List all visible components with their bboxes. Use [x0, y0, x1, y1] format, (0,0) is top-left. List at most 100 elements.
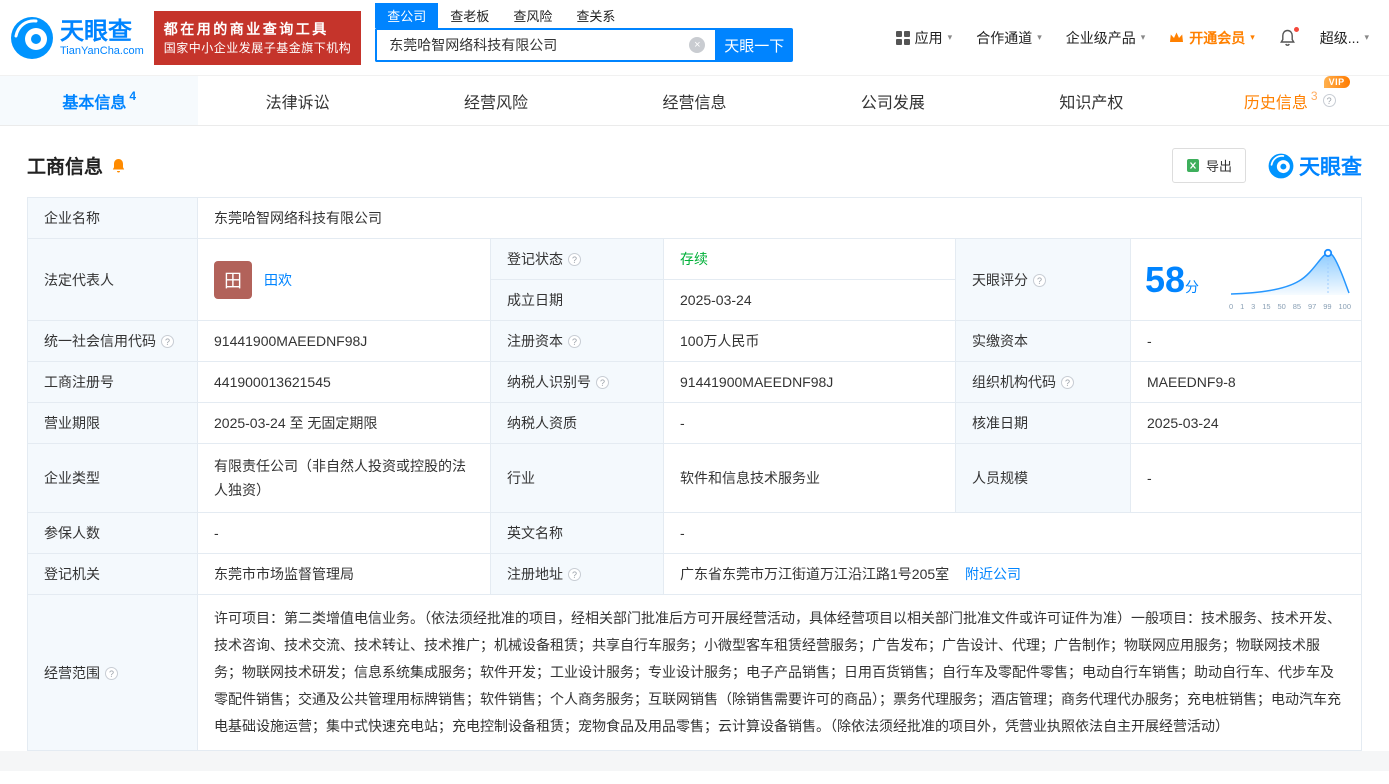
nav-item-open-vip[interactable]: 开通会员 ▾	[1169, 28, 1255, 48]
address-text: 广东省东莞市万江街道万江沿江路1号205室	[680, 566, 950, 582]
english-name-label: 英文名称	[490, 512, 664, 554]
tab-label: 经营风险	[464, 94, 529, 112]
clear-search-icon[interactable]: ×	[689, 37, 706, 53]
brand-title: 天眼查	[60, 17, 132, 45]
nav-item-super-vip[interactable]: 超级... ▾	[1320, 28, 1369, 48]
paid-capital-value: -	[1130, 320, 1362, 362]
help-icon[interactable]: ?	[1033, 273, 1046, 287]
reg-capital-value: 100万人民币	[663, 320, 956, 362]
table-row: 经营范围? 许可项目：第二类增值电信业务。（依法须经批准的项目，经相关部门批准后…	[27, 594, 1362, 751]
tab-operating-risk[interactable]: 经营风险	[397, 76, 595, 125]
help-icon[interactable]: ?	[568, 568, 581, 581]
taxpayer-qual-label: 纳税人资质	[490, 402, 664, 444]
tab-label: 知识产权	[1059, 94, 1124, 112]
reg-status-label: 登记状态?	[490, 238, 664, 280]
score-value: 58分 0 1 3 15 50 85 97 99 100	[1130, 238, 1362, 321]
legal-rep-label: 法定代表人	[27, 238, 198, 321]
search-tabs: 查公司 查老板 查风险 查关系	[375, 3, 793, 28]
company-name-label: 企业名称	[27, 197, 198, 239]
tab-lawsuits[interactable]: 法律诉讼	[198, 76, 396, 125]
credit-code-label: 统一社会信用代码?	[27, 320, 198, 362]
search-tab-company[interactable]: 查公司	[375, 3, 439, 28]
slogan-line1: 都在用的商业查询工具	[163, 20, 329, 37]
authority-label: 登记机关	[27, 553, 198, 595]
export-button[interactable]: 导出	[1171, 148, 1246, 183]
search-submit-button[interactable]: 天眼一下	[715, 28, 794, 62]
tab-basic-info[interactable]: 基本信息 4	[0, 76, 199, 125]
eye-logo-icon	[1268, 153, 1294, 178]
help-icon[interactable]: ?	[1322, 94, 1336, 107]
axis-tick: 100	[1338, 302, 1351, 311]
help-icon[interactable]: ?	[568, 335, 581, 348]
field-label: 统一社会信用代码	[44, 333, 156, 349]
search-tab-boss[interactable]: 查老板	[438, 3, 501, 28]
tab-label: 法律诉讼	[265, 94, 330, 112]
staff-size-label: 人员规模	[955, 443, 1131, 513]
help-icon[interactable]: ?	[105, 666, 118, 680]
org-code-value: MAEEDNF9-8	[1130, 361, 1362, 403]
tianyancha-logo[interactable]: 天眼查 TianYanCha.com	[10, 16, 144, 60]
nav-label: 企业级产品	[1065, 29, 1136, 46]
taxpayer-no-value: 91441900MAEEDNF98J	[663, 361, 956, 403]
reg-no-label: 工商注册号	[27, 361, 198, 403]
tab-intellectual-property[interactable]: 知识产权	[992, 76, 1190, 125]
chevron-down-icon: ▾	[1364, 32, 1369, 42]
tab-business-info[interactable]: 经营信息	[595, 76, 793, 125]
company-detail-tabs: 基本信息 4 法律诉讼 经营风险 经营信息 公司发展 知识产权 历史信息 3 V…	[0, 75, 1389, 126]
nearby-companies-link[interactable]: 附近公司	[965, 566, 1021, 582]
field-label: 天眼评分	[972, 271, 1028, 288]
nav-item-cooperation[interactable]: 合作通道 ▾	[976, 28, 1042, 48]
industry-value: 软件和信息技术服务业	[663, 443, 956, 513]
nav-item-apps[interactable]: 应用 ▾	[895, 28, 953, 48]
credit-code-value: 91441900MAEEDNF98J	[197, 320, 491, 362]
tab-history-info[interactable]: 历史信息 3 VIP ?	[1191, 75, 1389, 125]
score-label: 天眼评分?	[955, 238, 1131, 321]
paid-capital-label: 实缴资本	[955, 320, 1131, 362]
taxpayer-qual-value: -	[663, 402, 956, 444]
approval-date-value: 2025-03-24	[1130, 402, 1362, 444]
company-info-table: 企业名称 东莞哈智网络科技有限公司 法定代表人 田 田欢 登记状态? 存续 天眼…	[27, 197, 1362, 751]
table-row: 营业期限 2025-03-24 至 无固定期限 纳税人资质 - 核准日期 202…	[27, 402, 1362, 444]
status-text: 存续	[680, 251, 708, 267]
table-row: 参保人数 - 英文名称 -	[27, 512, 1362, 554]
help-icon[interactable]: ?	[161, 335, 174, 348]
table-row: 统一社会信用代码? 91441900MAEEDNF98J 注册资本? 100万人…	[27, 320, 1362, 362]
table-row: 企业名称 东莞哈智网络科技有限公司	[27, 197, 1362, 239]
search-tab-risk[interactable]: 查风险	[501, 3, 564, 28]
nav-item-enterprise-products[interactable]: 企业级产品 ▾	[1066, 28, 1146, 48]
chevron-down-icon: ▾	[947, 32, 953, 42]
score-curve-chart[interactable]: 0 1 3 15 50 85 97 99 100	[1229, 248, 1351, 311]
address-value: 广东省东莞市万江街道万江沿江路1号205室 附近公司	[663, 553, 1362, 595]
help-icon[interactable]: ?	[596, 376, 609, 389]
field-label: 注册资本	[507, 333, 563, 349]
grid-icon	[895, 30, 910, 45]
tab-company-development[interactable]: 公司发展	[794, 76, 992, 125]
topbar: 天眼查 TianYanCha.com 都在用的商业查询工具 国家中小企业发展子基…	[0, 0, 1389, 76]
tab-label: 基本信息	[62, 94, 127, 112]
legal-rep-name-link[interactable]: 田欢	[264, 270, 292, 290]
score-unit: 分	[1185, 278, 1200, 295]
vip-badge: VIP	[1323, 75, 1350, 88]
nav-label: 应用	[914, 29, 943, 46]
tab-label: 历史信息	[1243, 94, 1308, 112]
top-nav: 应用 ▾ 合作通道 ▾ 企业级产品 ▾ 开通会员 ▾ 超级... ▾	[895, 25, 1369, 48]
chevron-down-icon: ▾	[1250, 32, 1255, 42]
help-icon[interactable]: ?	[1061, 376, 1074, 389]
help-icon[interactable]: ?	[568, 253, 581, 266]
approval-date-label: 核准日期	[955, 402, 1131, 444]
axis-tick: 85	[1292, 302, 1302, 311]
insured-label: 参保人数	[27, 512, 198, 554]
company-search-input[interactable]	[375, 28, 716, 62]
subscribe-bell-icon[interactable]	[111, 158, 126, 174]
notification-bell-icon[interactable]	[1279, 25, 1300, 47]
reg-no-value: 441900013621545	[197, 361, 491, 403]
scope-text: 许可项目：第二类增值电信业务。（依法须经批准的项目，经相关部门批准后方可开展经营…	[214, 610, 1341, 734]
slogan-badge: 都在用的商业查询工具 国家中小企业发展子基金旗下机构	[153, 10, 362, 65]
org-code-label: 组织机构代码?	[955, 361, 1131, 403]
brand-text: 天眼查	[1299, 155, 1362, 179]
eye-logo-icon	[11, 16, 53, 59]
search-tab-relation[interactable]: 查关系	[564, 3, 627, 28]
taxpayer-no-label: 纳税人识别号?	[490, 361, 664, 403]
table-row: 法定代表人 田 田欢 登记状态? 存续 天眼评分? 58分 0 1 3 15 5…	[27, 238, 1362, 321]
legal-rep-avatar[interactable]: 田	[214, 260, 252, 299]
